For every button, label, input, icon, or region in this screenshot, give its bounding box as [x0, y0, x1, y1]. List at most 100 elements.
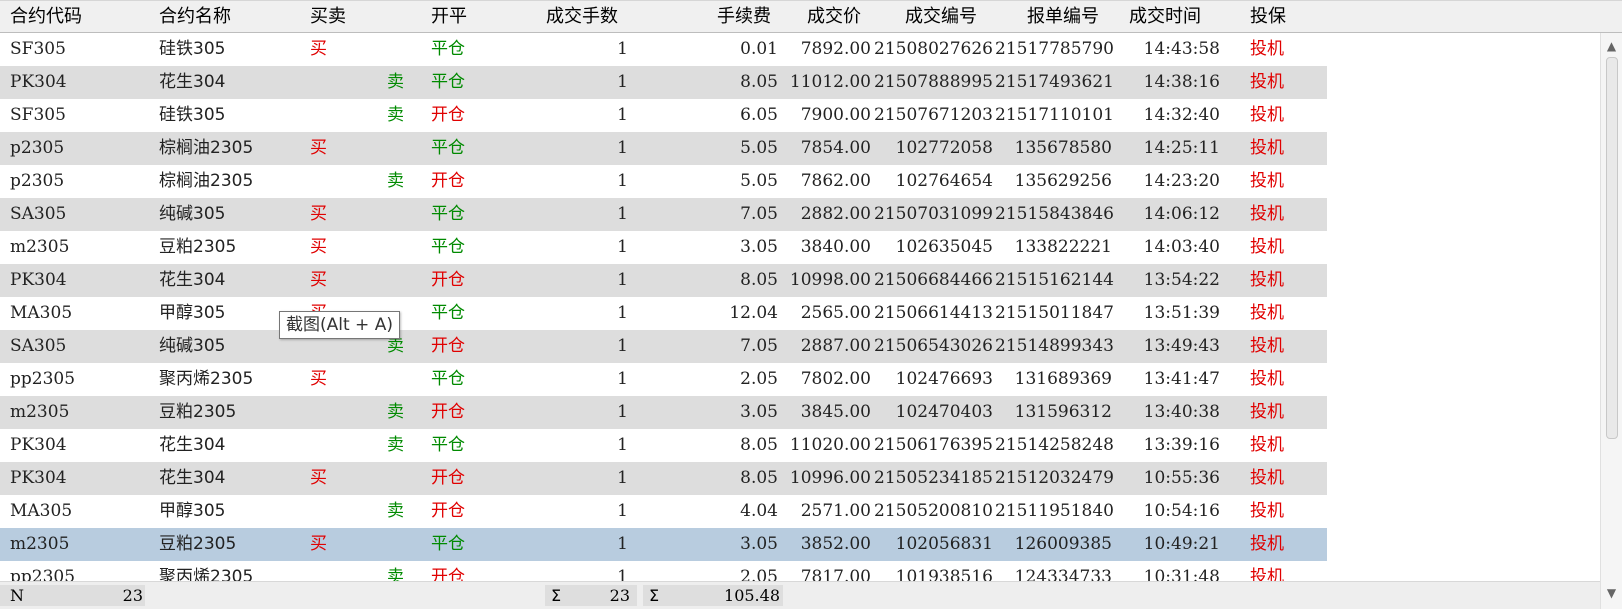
- cell-open-close: 平仓: [431, 72, 465, 92]
- cell-open-close: 开仓: [431, 567, 465, 581]
- cell-hedge-flag: 投机: [1250, 204, 1284, 224]
- table-row[interactable]: SF305 硅铁305 卖 开仓 1 6.05 7900.00 21507671203 2151…: [0, 99, 1327, 132]
- table-row[interactable]: p2305 棕榈油2305 买 平仓 1 5.05 7854.00 102772058 1356…: [0, 132, 1327, 165]
- table-row[interactable]: PK304 花生304 卖 平仓 1 8.05 11020.00 21506176395 215…: [0, 429, 1327, 462]
- cell-hedge-flag: 投机: [1250, 171, 1284, 191]
- column-header-quantity[interactable]: 成交手数: [546, 1, 618, 33]
- table-row[interactable]: p2305 棕榈油2305 卖 开仓 1 5.05 7862.00 102764654 1356…: [0, 165, 1327, 198]
- column-header-fee[interactable]: 手续费: [717, 1, 771, 33]
- table-row[interactable]: pp2305 聚丙烯2305 买 平仓 1 2.05 7802.00 102476693 131…: [0, 363, 1327, 396]
- cell-trade-time: 13:49:43: [1143, 336, 1220, 356]
- sum-icon: Σ: [551, 586, 562, 605]
- table-row[interactable]: PK304 花生304 买 开仓 1 8.05 10998.00 21506684466 215…: [0, 264, 1327, 297]
- column-header-contract-name[interactable]: 合约名称: [159, 1, 231, 33]
- cell-contract-name: 纯碱305: [159, 336, 226, 356]
- cell-trade-time: 10:49:21: [1143, 534, 1220, 554]
- cell-buy-sell: 卖: [387, 501, 404, 521]
- triangle-down-icon[interactable]: ▼: [1601, 584, 1622, 602]
- table-row[interactable]: m2305 豆粕2305 买 平仓 1 3.05 3840.00 102635045 13382…: [0, 231, 1327, 264]
- column-header-open-close[interactable]: 开平: [431, 1, 467, 33]
- table-row[interactable]: m2305 豆粕2305 买 平仓 1 3.05 3852.00 102056831 12600…: [0, 528, 1327, 561]
- cell-contract-code: SA305: [10, 204, 67, 224]
- scrollbar-thumb[interactable]: [1606, 57, 1618, 439]
- cell-hedge-flag: 投机: [1250, 468, 1284, 488]
- cell-fee: 4.04: [740, 501, 778, 521]
- column-header-hedge-flag[interactable]: 投保: [1250, 1, 1286, 33]
- cell-price: 11020.00: [789, 435, 871, 455]
- table-row[interactable]: PK304 花生304 卖 平仓 1 8.05 11012.00 21507888995 215…: [0, 66, 1327, 99]
- cell-quantity: 1: [617, 39, 628, 59]
- cell-contract-code: MA305: [10, 501, 73, 521]
- cell-buy-sell: 卖: [387, 105, 404, 125]
- table-row[interactable]: SA305 纯碱305 卖开仓 1 7.05 2887.00 21506543026 2151…: [0, 330, 1327, 363]
- column-header-order-id[interactable]: 报单编号: [1027, 1, 1099, 33]
- cell-trade-time: 13:54:22: [1143, 270, 1220, 290]
- column-header-trade-time[interactable]: 成交时间: [1129, 1, 1201, 33]
- column-header-trade-id[interactable]: 成交编号: [905, 1, 977, 33]
- cell-order-id: 21515011847: [995, 303, 1114, 323]
- column-header-price[interactable]: 成交价: [807, 1, 861, 33]
- cell-quantity: 1: [617, 534, 628, 554]
- cell-open-close: 平仓: [431, 369, 465, 389]
- cell-quantity: 1: [617, 501, 628, 521]
- trade-records-window: 合约代码 合约名称 买卖 开平 成交手数 手续费 成交价 成交编号 报单编号 成…: [0, 0, 1622, 609]
- cell-trade-id: 102470403: [895, 402, 993, 422]
- triangle-up-icon[interactable]: ▲: [1601, 37, 1622, 55]
- cell-fee: 8.05: [740, 435, 778, 455]
- cell-contract-name: 棕榈油2305: [159, 138, 254, 158]
- cell-price: 7892.00: [800, 39, 871, 59]
- cell-price: 2565.00: [800, 303, 871, 323]
- cell-trade-id: 21507888995: [874, 72, 993, 92]
- cell-quantity: 1: [617, 237, 628, 257]
- cell-fee: 0.01: [740, 39, 778, 59]
- cell-trade-id: 102764654: [895, 171, 993, 191]
- cell-fee: 3.05: [740, 237, 778, 257]
- cell-buy-sell: 买: [310, 270, 327, 290]
- cell-contract-code: pp2305: [10, 567, 76, 581]
- cell-trade-time: 10:55:36: [1143, 468, 1220, 488]
- cell-buy-sell: 卖: [387, 171, 404, 191]
- cell-hedge-flag: 投机: [1250, 270, 1284, 290]
- cell-open-close: 平仓: [431, 435, 465, 455]
- table-row[interactable]: pp2305 聚丙烯2305 卖 开仓 1 2.05 7817.00 101938516 124…: [0, 561, 1327, 581]
- cell-hedge-flag: 投机: [1250, 534, 1284, 554]
- screenshot-tooltip: 截图(Alt + A): [279, 311, 400, 339]
- cell-trade-time: 13:40:38: [1143, 402, 1220, 422]
- cell-hedge-flag: 投机: [1250, 39, 1284, 59]
- cell-buy-sell: 买: [310, 204, 327, 224]
- vertical-scrollbar[interactable]: ▲ ▼: [1600, 33, 1622, 609]
- cell-price: 7900.00: [800, 105, 871, 125]
- cell-quantity: 1: [617, 402, 628, 422]
- cell-open-close: 平仓: [431, 534, 465, 554]
- cell-contract-name: 硅铁305: [159, 39, 226, 59]
- column-header-contract-code[interactable]: 合约代码: [10, 1, 82, 33]
- table-row[interactable]: SA305 纯碱305 买 平仓 1 7.05 2882.00 21507031099 2151…: [0, 198, 1327, 231]
- cell-order-id: 21517785790: [995, 39, 1114, 59]
- table-row[interactable]: PK304 花生304 买 开仓 1 8.05 10996.00 21505234185 215…: [0, 462, 1327, 495]
- cell-open-close: 平仓: [431, 204, 465, 224]
- cell-price: 2887.00: [800, 336, 871, 356]
- cell-order-id: 135678580: [1014, 138, 1112, 158]
- table-row[interactable]: MA305甲醇305买平仓112.042565.0021506614413215…: [0, 297, 1327, 330]
- cell-order-id: 131596312: [1014, 402, 1112, 422]
- cell-contract-code: PK304: [10, 270, 67, 290]
- fee-sum-value: 105.48: [724, 586, 780, 605]
- cell-price: 7854.00: [800, 138, 871, 158]
- table-row[interactable]: SF305 硅铁305 买 平仓 1 0.01 7892.00 21508027626 2151…: [0, 33, 1327, 66]
- cell-hedge-flag: 投机: [1250, 402, 1284, 422]
- cell-buy-sell: 买: [310, 237, 327, 257]
- cell-quantity: 1: [617, 435, 628, 455]
- column-header-buy-sell[interactable]: 买卖: [310, 1, 346, 33]
- cell-hedge-flag: 投机: [1250, 72, 1284, 92]
- cell-order-id: 21511951840: [995, 501, 1114, 521]
- table-row[interactable]: MA305 甲醇305 卖 开仓 1 4.04 2571.00 21505200810 2151…: [0, 495, 1327, 528]
- cell-order-id: 135629256: [1014, 171, 1112, 191]
- cell-price: 3852.00: [800, 534, 871, 554]
- table-row[interactable]: m2305 豆粕2305 卖 开仓 1 3.05 3845.00 102470403 13159…: [0, 396, 1327, 429]
- cell-quantity: 1: [617, 72, 628, 92]
- cell-quantity: 1: [617, 468, 628, 488]
- cell-contract-name: 甲醇305: [159, 501, 226, 521]
- cell-buy-sell: 卖: [387, 567, 404, 581]
- cell-quantity: 1: [617, 105, 628, 125]
- cell-order-id: 131689369: [1014, 369, 1112, 389]
